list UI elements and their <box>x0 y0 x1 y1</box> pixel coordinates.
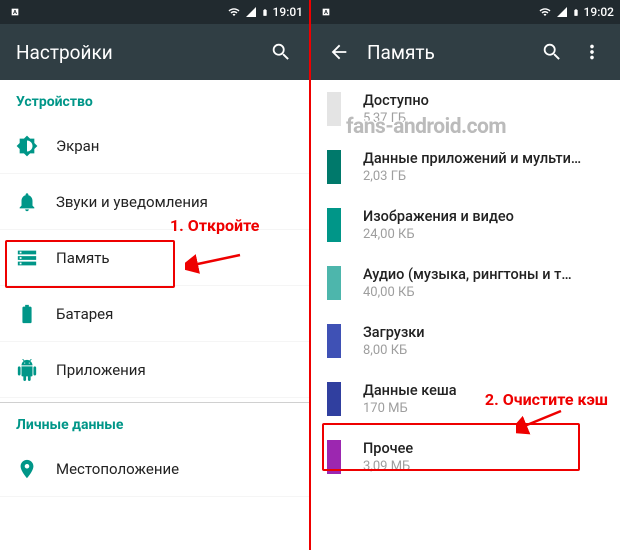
storage-item-title: Загрузки <box>363 324 425 341</box>
storage-item-sub: 24,00 КБ <box>363 227 514 242</box>
storage-item-title: Прочее <box>363 440 413 457</box>
toolbar: Настройки <box>0 24 309 80</box>
settings-item-apps[interactable]: Приложения <box>0 342 309 398</box>
color-swatch <box>327 150 341 184</box>
storage-item-title: Изображения и видео <box>363 208 514 225</box>
color-swatch <box>327 92 341 126</box>
settings-item-label: Батарея <box>56 305 113 323</box>
storage-item-sub: 40,00 КБ <box>363 285 572 300</box>
storage-item-apps[interactable]: Данные приложений и мульти… 2,03 ГБ <box>311 138 620 196</box>
settings-item-location[interactable]: Местоположение <box>0 441 309 497</box>
signal-icon <box>245 6 257 18</box>
wifi-icon <box>538 6 552 18</box>
settings-item-label: Память <box>56 249 110 267</box>
storage-item-sub: 3,09 МБ <box>363 459 413 474</box>
color-swatch <box>327 382 341 416</box>
marker-icon: A <box>321 7 331 17</box>
storage-item-title: Данные кеша <box>363 382 457 399</box>
settings-item-sound[interactable]: Звуки и уведомления <box>0 174 309 230</box>
status-time: 19:02 <box>584 5 614 19</box>
storage-item-audio[interactable]: Аудио (музыка, рингтоны и т… 40,00 КБ <box>311 254 620 312</box>
storage-item-images[interactable]: Изображения и видео 24,00 КБ <box>311 196 620 254</box>
page-title: Память <box>367 41 532 64</box>
storage-item-sub: 2,03 ГБ <box>363 169 581 184</box>
settings-item-label: Звуки и уведомления <box>56 193 208 211</box>
overflow-icon[interactable] <box>572 32 612 72</box>
storage-item-sub: 170 МБ <box>363 401 457 416</box>
storage-list: Доступно 5,37 ГБ Данные приложений и мул… <box>311 80 620 486</box>
status-bar: A 19:02 <box>311 0 620 24</box>
storage-item-cache[interactable]: Данные кеша 170 МБ <box>311 370 620 428</box>
back-icon[interactable] <box>319 32 359 72</box>
storage-item-available[interactable]: Доступно 5,37 ГБ <box>311 80 620 138</box>
storage-item-title: Аудио (музыка, рингтоны и т… <box>363 266 572 283</box>
settings-item-display[interactable]: Экран <box>0 118 309 174</box>
battery-icon <box>261 6 269 19</box>
storage-item-sub: 5,37 ГБ <box>363 111 429 126</box>
settings-item-battery[interactable]: Батарея <box>0 286 309 342</box>
battery-icon <box>572 6 580 19</box>
settings-screen: A 19:01 Настройки Устройство <box>0 0 309 550</box>
toolbar: Память <box>311 24 620 80</box>
storage-icon <box>16 247 56 269</box>
marker-icon: A <box>10 7 20 17</box>
storage-item-sub: 8,00 КБ <box>363 343 425 358</box>
status-time: 19:01 <box>273 5 303 19</box>
battery-icon <box>16 303 56 325</box>
status-bar: A 19:01 <box>0 0 309 24</box>
settings-item-storage[interactable]: Память <box>0 230 309 286</box>
settings-item-label: Приложения <box>56 361 146 379</box>
display-icon <box>16 135 56 157</box>
color-swatch <box>327 266 341 300</box>
section-device: Устройство <box>0 80 309 118</box>
storage-item-other[interactable]: Прочее 3,09 МБ <box>311 428 620 486</box>
location-icon <box>16 458 56 480</box>
search-icon[interactable] <box>532 32 572 72</box>
storage-screen: A 19:02 Память <box>311 0 620 550</box>
search-icon[interactable] <box>261 32 301 72</box>
page-title: Настройки <box>16 41 261 64</box>
settings-item-label: Экран <box>56 137 99 155</box>
color-swatch <box>327 440 341 474</box>
storage-item-title: Доступно <box>363 92 429 109</box>
color-swatch <box>327 324 341 358</box>
android-icon <box>16 359 56 381</box>
section-personal: Личные данные <box>0 403 309 441</box>
color-swatch <box>327 208 341 242</box>
storage-item-title: Данные приложений и мульти… <box>363 150 581 167</box>
storage-item-downloads[interactable]: Загрузки 8,00 КБ <box>311 312 620 370</box>
wifi-icon <box>227 6 241 18</box>
bell-icon <box>16 191 56 213</box>
signal-icon <box>556 6 568 18</box>
settings-item-label: Местоположение <box>56 460 179 478</box>
